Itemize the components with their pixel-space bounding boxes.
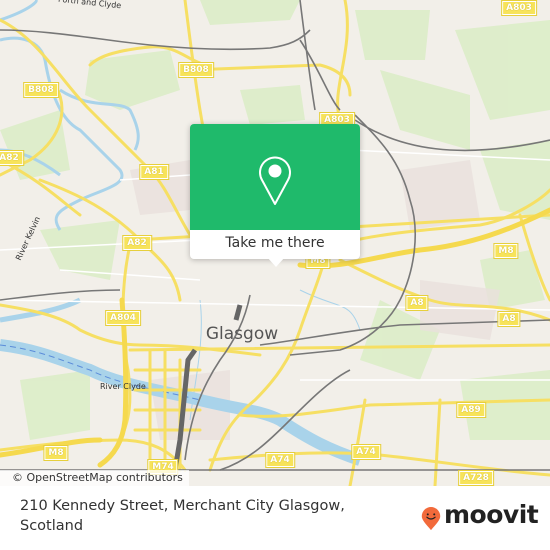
destination-popup[interactable]: Take me there [190, 124, 360, 267]
moovit-pin-smile-icon [421, 507, 441, 531]
city-label-glasgow: Glasgow [205, 324, 279, 344]
road-shield-a803: A803 [501, 0, 537, 16]
road-shield-a81: A81 [139, 164, 169, 180]
road-shield-a804: A804 [105, 310, 141, 326]
road-shield-a82: A82 [0, 150, 24, 166]
road-shield-b808: B808 [23, 82, 59, 98]
location-pin-icon [259, 156, 291, 205]
road-shield-a74: A74 [265, 452, 295, 468]
road-shield-a89: A89 [456, 402, 486, 418]
popup-pointer [267, 257, 285, 267]
road-shield-a8: A8 [497, 311, 521, 327]
map-attribution[interactable]: © OpenStreetMap contributors [0, 470, 189, 486]
address-text: 210 Kennedy Street, Merchant City Glasgo… [20, 498, 345, 534]
popup-header[interactable] [190, 124, 360, 230]
road-shield-a74: A74 [351, 444, 381, 460]
road-shield-a8: A8 [405, 295, 429, 311]
attribution-text: © OpenStreetMap contributors [12, 471, 183, 484]
river-label-clyde: River Clyde [100, 382, 146, 391]
road-shield-a82: A82 [122, 235, 152, 251]
take-me-there-button[interactable]: Take me there [190, 230, 360, 259]
road-shield-m8: M8 [43, 445, 69, 461]
road-shield-a728: A728 [458, 470, 494, 486]
moovit-logo[interactable]: moovit [444, 500, 539, 529]
road-shield-m8: M8 [493, 243, 519, 259]
road-shield-b808: B808 [178, 62, 214, 78]
